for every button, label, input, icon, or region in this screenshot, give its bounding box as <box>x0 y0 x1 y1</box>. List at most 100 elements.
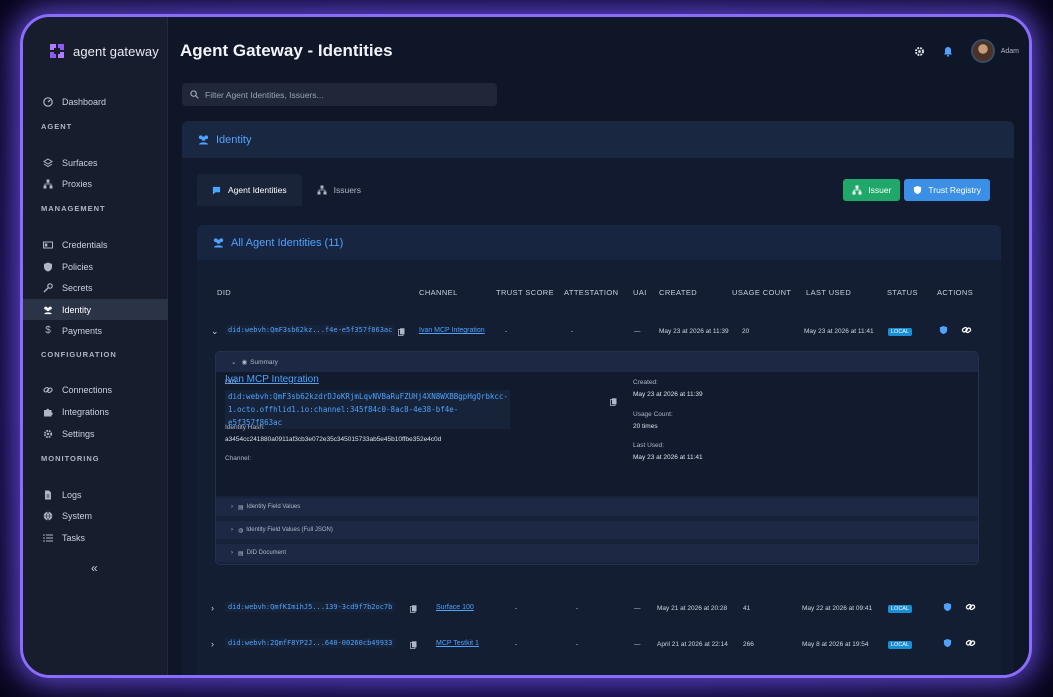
link-icon[interactable] <box>961 325 972 335</box>
sidebar-item-secrets[interactable]: Secrets <box>23 277 168 298</box>
chevron-right-icon[interactable]: › <box>211 603 214 613</box>
globe-icon: ◍ <box>238 527 244 534</box>
shield-icon <box>43 262 53 272</box>
dollar-icon: $ <box>45 325 51 336</box>
sidebar-item-label: Connections <box>62 384 113 395</box>
chevron-right-icon[interactable]: › <box>211 639 214 649</box>
copy-icon[interactable] <box>398 328 405 336</box>
column-header[interactable]: ACTIONS <box>937 288 973 297</box>
sidebar-item-dashboard[interactable]: Dashboard <box>23 91 168 112</box>
chevron-down-icon[interactable]: ⌄ <box>211 326 219 337</box>
sidebar: agent gateway Dashboard AGENT Surfaces P… <box>23 17 168 675</box>
search-input[interactable] <box>205 89 485 100</box>
sidebar-item-policies[interactable]: Policies <box>23 256 168 277</box>
id-card-icon <box>43 240 53 250</box>
tab-issuers[interactable]: Issuers <box>302 174 376 206</box>
summary-toggle[interactable]: ⌄ ◉ Summary <box>216 352 978 372</box>
gear-icon <box>43 429 53 439</box>
uai: — <box>634 605 641 612</box>
column-header[interactable]: TRUST SCORE <box>496 288 554 297</box>
trust-registry-button[interactable]: Trust Registry <box>904 179 990 201</box>
search-bar[interactable] <box>182 83 497 106</box>
chevron-right-icon: › <box>231 550 233 556</box>
did-line: did:webvh:QmF3sb62kzdrDJoKRjmLqvNVBaRuFZ… <box>228 392 508 401</box>
shield-icon <box>914 185 922 195</box>
sidebar-item-label: Integrations <box>62 406 110 417</box>
identities-panel: All Agent Identities (11) DID CHANNEL TR… <box>197 225 1001 675</box>
brand-logo-icon <box>50 44 64 58</box>
channel-link[interactable]: Ivan MCP Integration <box>419 327 485 334</box>
avatar[interactable] <box>970 39 995 63</box>
sidebar-item-settings[interactable]: Settings <box>23 423 168 444</box>
column-header[interactable]: UAI <box>633 288 647 297</box>
last-used: May 23 at 2026 at 11:41 <box>804 328 874 335</box>
accordion-did-document[interactable]: › ▤ DID Document <box>216 544 978 562</box>
trust-score: - <box>515 641 518 648</box>
header-actions: Adam <box>914 39 1019 63</box>
copy-icon[interactable] <box>610 398 617 406</box>
tab-label: Agent Identities <box>228 185 287 195</box>
sidebar-item-integrations[interactable]: Integrations <box>23 401 168 422</box>
column-header[interactable]: CHANNEL <box>419 288 458 297</box>
created: May 23 at 2026 at 11:39 <box>659 328 729 335</box>
sidebar-item-surfaces[interactable]: Surfaces <box>23 152 168 173</box>
sidebar-item-connections[interactable]: Connections <box>23 379 168 400</box>
status-badge: LOCAL <box>888 605 913 613</box>
bell-icon[interactable] <box>943 46 953 57</box>
sidebar-item-identity[interactable]: Identity <box>23 299 168 320</box>
sidebar-item-credentials[interactable]: Credentials <box>23 234 168 255</box>
summary-label: Summary <box>250 358 278 366</box>
layers-icon <box>43 157 53 168</box>
sidebar-item-logs[interactable]: Logs <box>23 484 168 505</box>
sidebar-item-label: Dashboard <box>62 96 107 107</box>
card-title: Identity <box>216 133 252 146</box>
chevron-right-icon: › <box>231 504 233 510</box>
network-icon <box>852 185 862 195</box>
attestation: - <box>576 641 579 648</box>
copy-icon[interactable] <box>410 605 417 613</box>
sidebar-item-proxies[interactable]: Proxies <box>23 173 168 194</box>
panel-title: All Agent Identities (11) <box>231 236 344 249</box>
channel-link[interactable]: Surface 100 <box>436 604 474 611</box>
accordion-label: Identity Field Values (Full JSON) <box>246 527 333 533</box>
column-header[interactable]: ATTESTATION <box>564 288 618 297</box>
channel-link[interactable]: MCP Testkit 1 <box>436 640 479 647</box>
shield-icon[interactable] <box>943 602 952 612</box>
sidebar-item-payments[interactable]: $ Payments <box>23 320 168 341</box>
summary-body: DID: did:webvh:QmF3sb62kzdrDJoKRjmLqvNVB… <box>216 372 978 496</box>
accordion-identity-field-values[interactable]: › ▤ Identity Field Values <box>216 498 978 516</box>
table-header: DID CHANNEL TRUST SCORE ATTESTATION UAI … <box>197 288 1001 300</box>
uai: — <box>634 328 641 335</box>
collapse-sidebar-button[interactable]: « <box>91 561 98 575</box>
chevron-down-icon: ⌄ <box>231 359 237 366</box>
link-icon[interactable] <box>965 602 976 612</box>
column-header[interactable]: USAGE COUNT <box>732 288 791 297</box>
table-row[interactable]: › did:webvh:QmfKImihJ5...139-3cd9f7b2oc7… <box>197 602 1001 618</box>
file-icon <box>43 490 53 500</box>
username[interactable]: Adam <box>1001 48 1019 55</box>
users-icon <box>198 135 209 145</box>
column-header[interactable]: CREATED <box>659 288 697 297</box>
accordion-identity-json[interactable]: › ◍ Identity Field Values (Full JSON) <box>216 521 978 539</box>
network-icon <box>43 179 53 189</box>
last-used: May 22 at 2026 at 09:41 <box>802 605 873 612</box>
status-badge: LOCAL <box>888 328 913 336</box>
sidebar-item-system[interactable]: System <box>23 505 168 526</box>
brand[interactable]: agent gateway <box>48 42 159 60</box>
table-row[interactable]: ⌄ did:webvh:QmF3sb62kz...f4e-e5f357f863a… <box>197 325 1001 341</box>
issuer-button[interactable]: Issuer <box>843 179 901 201</box>
copy-icon[interactable] <box>410 641 417 649</box>
gear-icon[interactable] <box>914 46 925 57</box>
column-header[interactable]: STATUS <box>887 288 918 297</box>
channel-link[interactable]: Ivan MCP Integration <box>225 374 319 385</box>
shield-icon[interactable] <box>943 638 952 648</box>
sidebar-item-tasks[interactable]: Tasks <box>23 527 168 548</box>
shield-icon[interactable] <box>939 325 948 335</box>
table-row[interactable]: › did:webvh:2QmfF8YP2J...640-00260cb4993… <box>197 638 1001 654</box>
network-icon <box>317 185 327 195</box>
link-icon[interactable] <box>965 638 976 648</box>
tab-agent-identities[interactable]: Agent Identities <box>197 174 302 206</box>
column-header[interactable]: LAST USED <box>806 288 851 297</box>
section-agent: AGENT <box>41 122 73 131</box>
column-header[interactable]: DID <box>217 288 231 297</box>
